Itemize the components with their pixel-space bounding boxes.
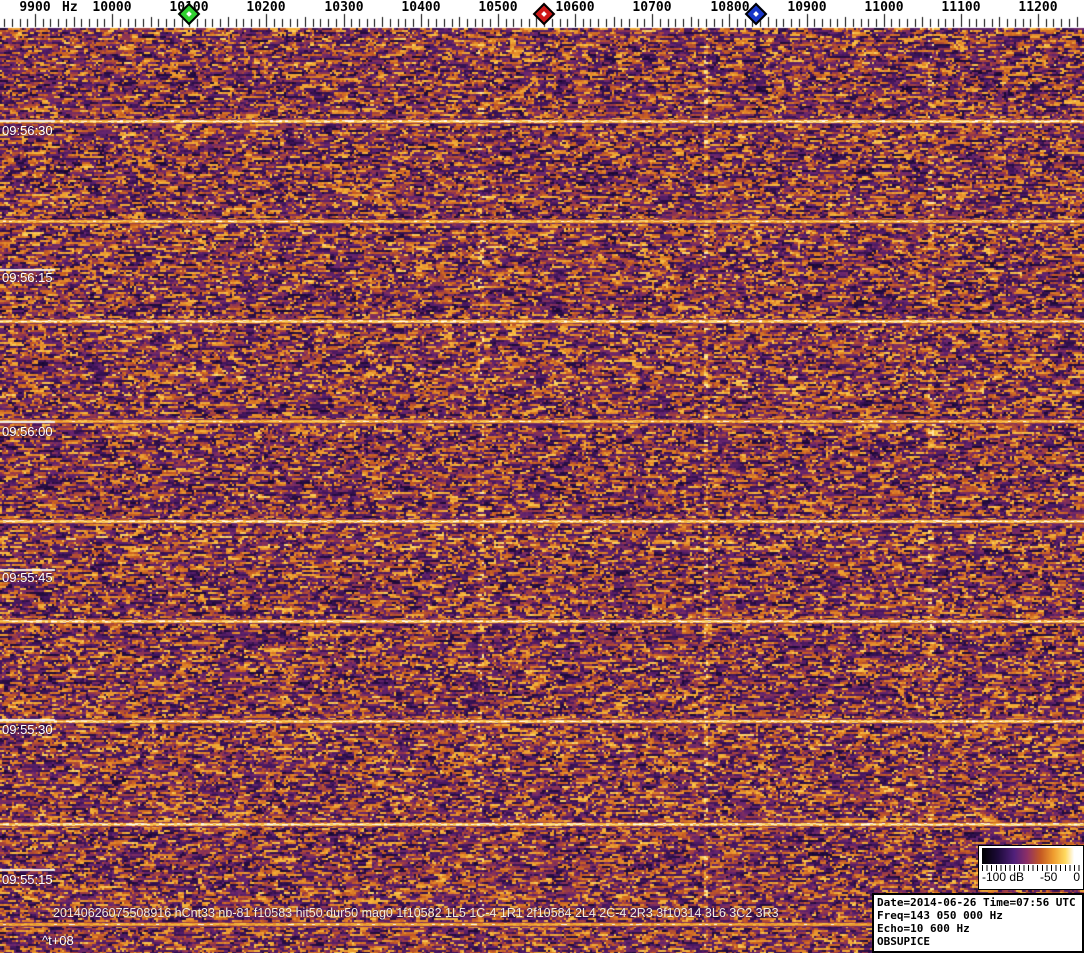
freq-tick-label: 10000	[92, 0, 132, 15]
info-observer-line: OBSUPICE	[877, 935, 930, 948]
colorbar-label-max: 0	[1073, 870, 1080, 884]
time-label: 09:56:30	[2, 123, 53, 138]
freq-tick-label: 10300	[324, 0, 364, 15]
freq-tick-label: 11200	[1018, 0, 1058, 15]
frequency-unit-label: Hz	[62, 0, 78, 15]
freq-tick-label: 11100	[941, 0, 981, 15]
marker-dot-icon	[541, 11, 547, 17]
observation-info-box: Date=2014-06-26 Time=07:56 UTC Freq=143 …	[872, 893, 1084, 953]
detection-hit-text: 20140626075508916 hCnt33 nb-81 f10583 hi…	[53, 906, 779, 920]
spectrogram-app-window: 9900 Hz 10000 10100 10200 10300 10400 10…	[0, 0, 1084, 953]
info-freq-line: Freq=143 050 000 Hz	[877, 909, 1003, 922]
frequency-ruler[interactable]: 9900 Hz 10000 10100 10200 10300 10400 10…	[0, 0, 1084, 28]
colorbar-label-mid: -50	[1040, 870, 1058, 884]
colorbar-gradient	[982, 848, 1080, 864]
freq-tick-label: 11000	[864, 0, 904, 15]
time-label: 09:55:30	[2, 722, 53, 737]
colorbar-labels: -100 dB -50 0	[982, 870, 1080, 884]
intensity-colorbar: -100 dB -50 0	[978, 845, 1084, 890]
freq-tick-label: 10500	[478, 0, 518, 15]
time-label: 09:55:45	[2, 570, 53, 585]
time-label: 09:56:00	[2, 424, 53, 439]
freq-tick-label: 10600	[555, 0, 595, 15]
freq-tick-label: 10200	[246, 0, 286, 15]
spectrogram-waterfall-canvas[interactable]	[0, 0, 1084, 953]
freq-tick-label: 9900	[19, 0, 51, 15]
marker-dot-icon	[753, 11, 759, 17]
freq-tick-label: 10400	[401, 0, 441, 15]
time-label: 09:56:15	[2, 270, 53, 285]
marker-dot-icon	[186, 11, 192, 17]
freq-tick-label: 10900	[787, 0, 827, 15]
time-offset-label: ^t+08	[42, 933, 74, 948]
info-echo-line: Echo=10 600 Hz	[877, 922, 970, 935]
time-label: 09:55:15	[2, 872, 53, 887]
freq-tick-label: 10700	[632, 0, 672, 15]
info-date-line: Date=2014-06-26 Time=07:56 UTC	[877, 896, 1076, 909]
colorbar-label-min: -100 dB	[982, 870, 1025, 884]
